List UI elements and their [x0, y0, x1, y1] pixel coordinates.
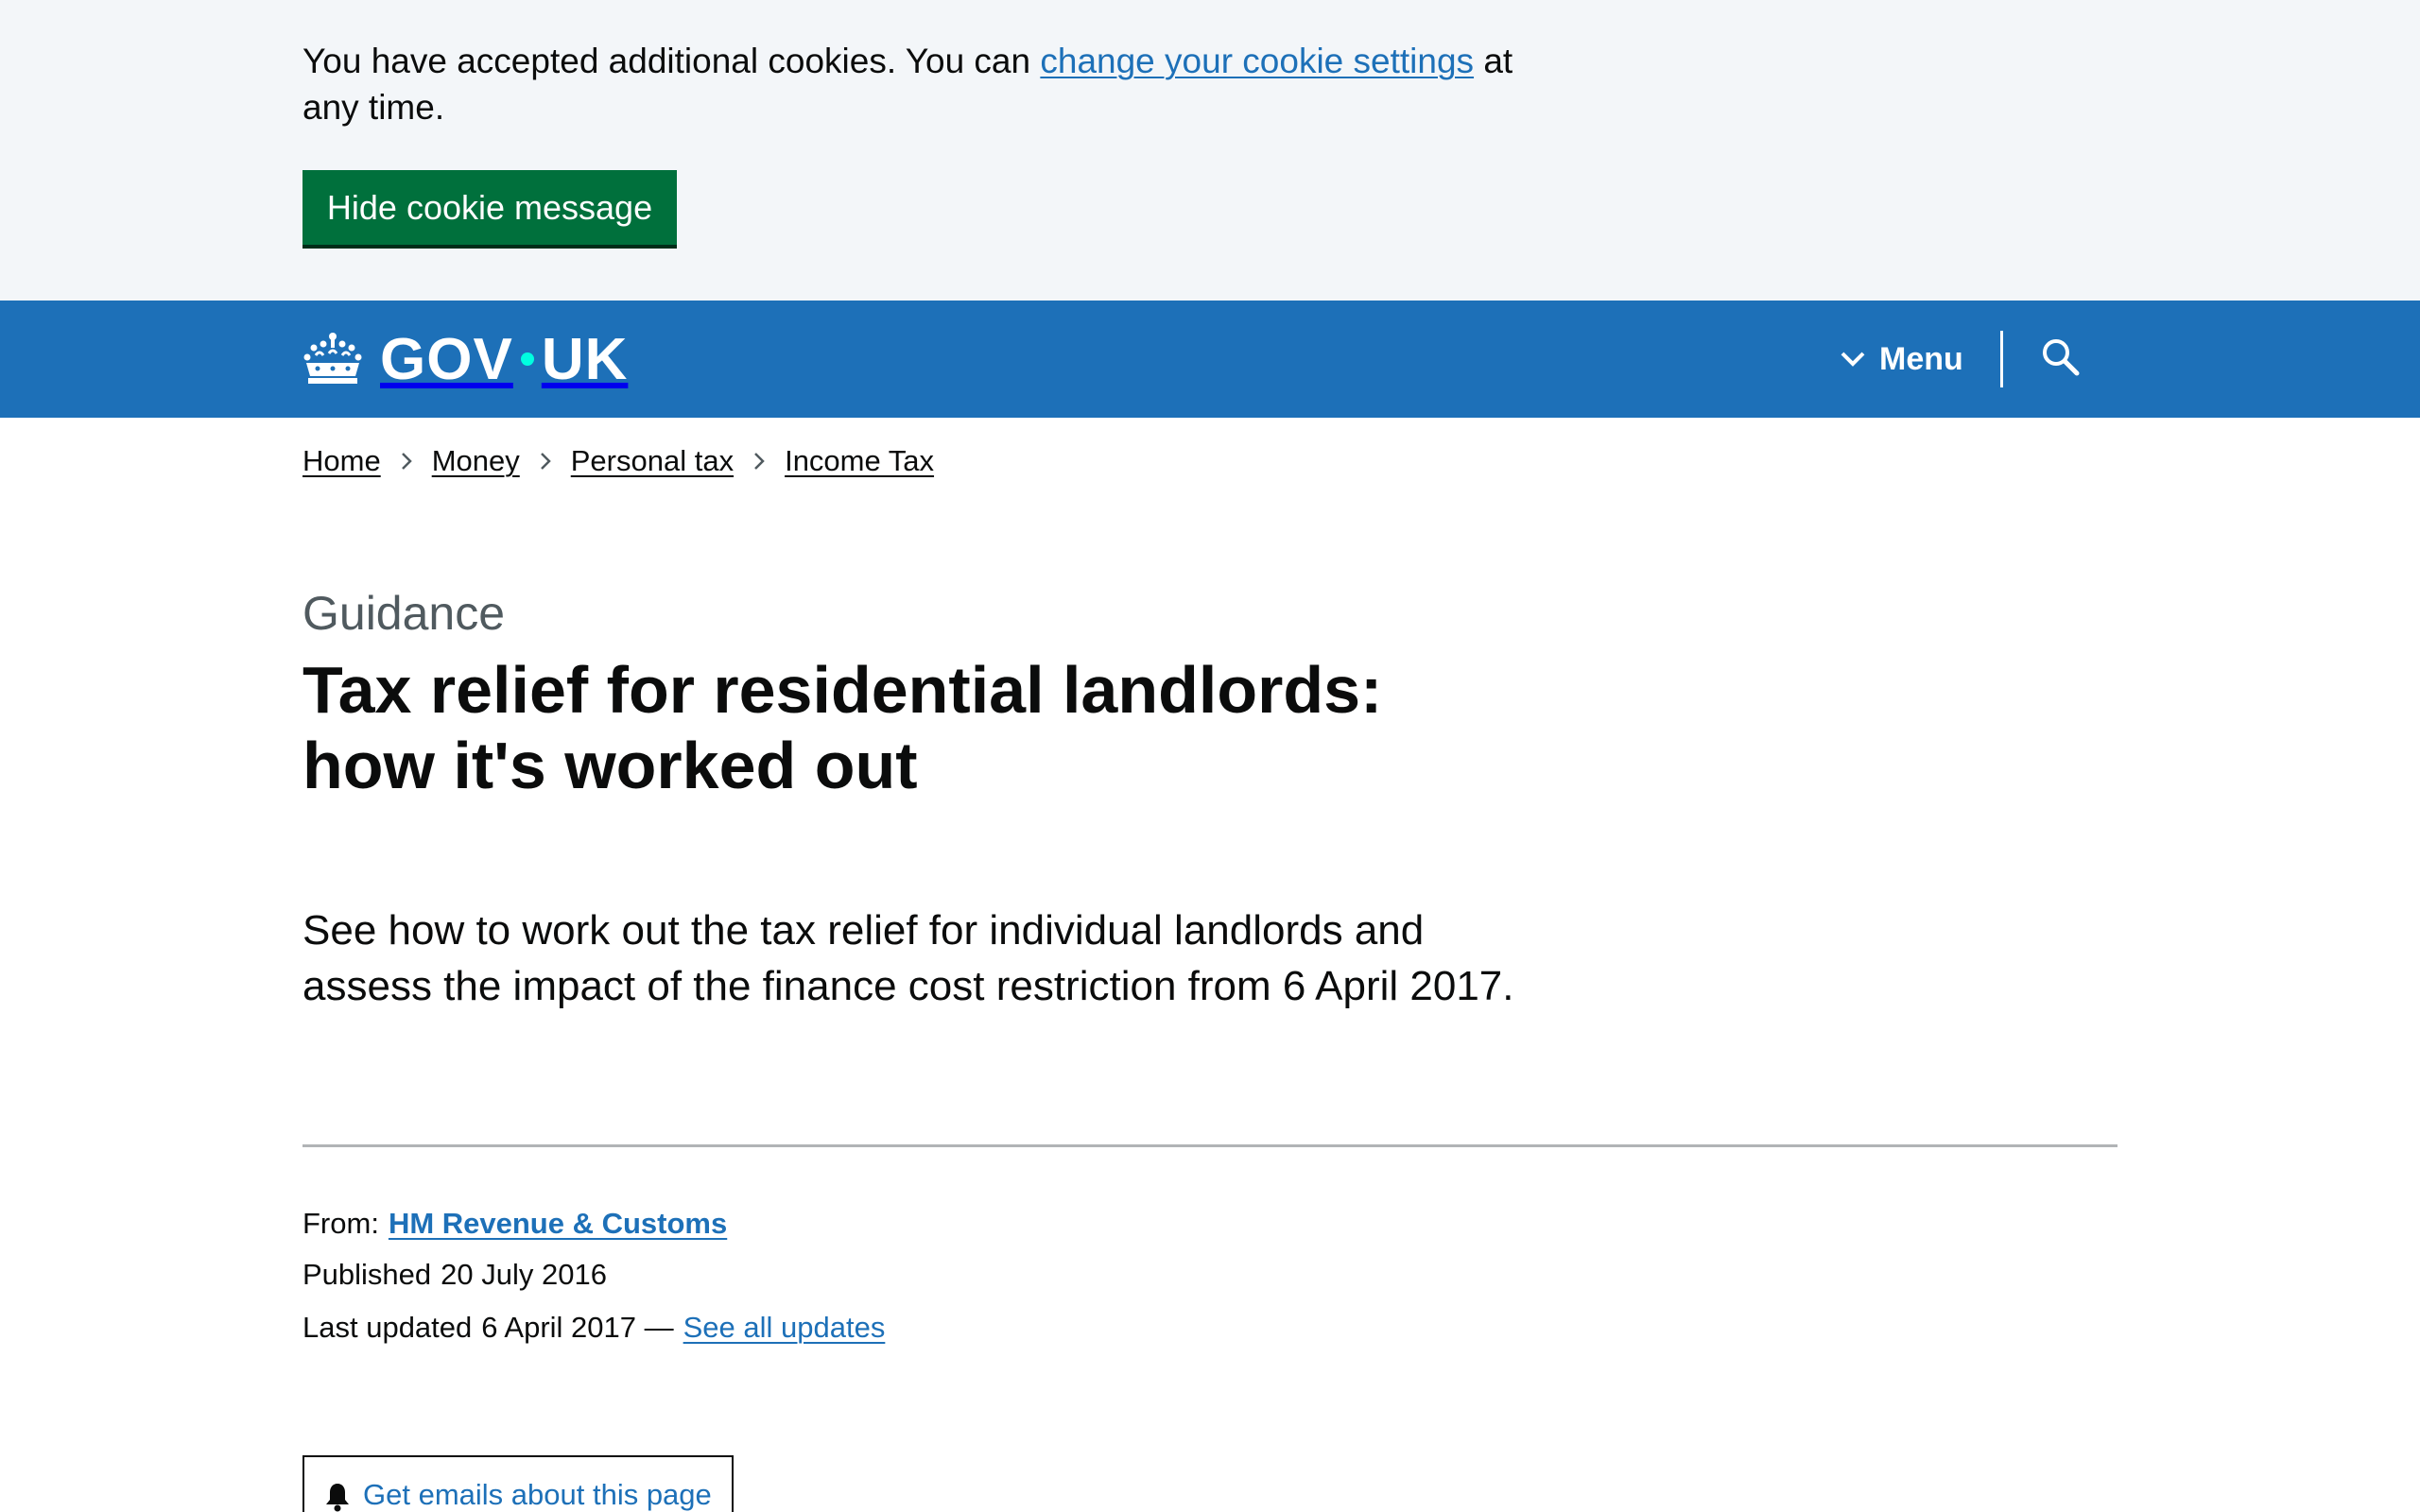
breadcrumb-home[interactable]: Home	[302, 444, 381, 478]
updated-label: Last updated	[302, 1311, 473, 1344]
section-divider	[302, 1144, 2118, 1147]
metadata-published: Published 20 July 2016	[302, 1258, 607, 1292]
govuk-wordmark: GOV UK	[380, 326, 628, 393]
chevron-right-icon	[400, 451, 413, 472]
breadcrumb-money[interactable]: Money	[432, 444, 520, 478]
breadcrumb: Home Money Personal tax Income Tax	[302, 444, 934, 478]
from-label: From:	[302, 1207, 379, 1240]
published-date: 20 July 2016	[441, 1258, 607, 1291]
menu-label: Menu	[1879, 340, 1963, 377]
govuk-logo-link[interactable]: GOV UK	[302, 325, 628, 393]
metadata-from: From: HM Revenue & Customs	[302, 1207, 727, 1241]
get-emails-button[interactable]: Get emails about this page	[302, 1455, 734, 1512]
metadata-updated: Last updated 6 April 2017 — See all upda…	[302, 1311, 885, 1345]
organisation-link[interactable]: HM Revenue & Customs	[389, 1207, 727, 1241]
logo-text-uk: UK	[541, 326, 629, 392]
page: You have accepted additional cookies. Yo…	[0, 0, 2420, 1512]
search-button[interactable]	[2040, 336, 2082, 378]
hide-cookie-message-button[interactable]: Hide cookie message	[302, 170, 677, 245]
search-icon	[2043, 339, 2080, 376]
chevron-right-icon	[752, 451, 766, 472]
cookie-banner: You have accepted additional cookies. Yo…	[0, 0, 2420, 301]
header-divider	[2000, 331, 2003, 387]
see-all-updates-link[interactable]: See all updates	[683, 1311, 886, 1345]
cookie-message-text: You have accepted additional cookies. Yo…	[302, 42, 1041, 80]
breadcrumb-income-tax[interactable]: Income Tax	[785, 444, 934, 478]
lead-paragraph: See how to work out the tax relief for i…	[302, 907, 1514, 1009]
get-emails-label: Get emails about this page	[363, 1478, 712, 1511]
page-title: Tax relief for residential landlords: ho…	[302, 653, 1383, 802]
updated-date: 6 April 2017 —	[481, 1311, 674, 1344]
menu-button[interactable]: Menu	[1840, 327, 1963, 391]
chevron-down-icon	[1841, 352, 1865, 367]
logo-text-gov: GOV	[380, 326, 513, 392]
published-label: Published	[302, 1258, 432, 1291]
document-type: Guidance	[302, 587, 506, 640]
chevron-right-icon	[539, 451, 552, 472]
breadcrumb-personal-tax[interactable]: Personal tax	[571, 444, 734, 478]
cookie-message: You have accepted additional cookies. Yo…	[302, 38, 1531, 130]
logo-dot	[520, 352, 534, 366]
bell-icon	[326, 1484, 349, 1512]
cookie-settings-link[interactable]: change your cookie settings	[1040, 42, 1474, 80]
crown-icon	[303, 333, 362, 384]
site-header: GOV UK Menu	[0, 301, 2420, 418]
